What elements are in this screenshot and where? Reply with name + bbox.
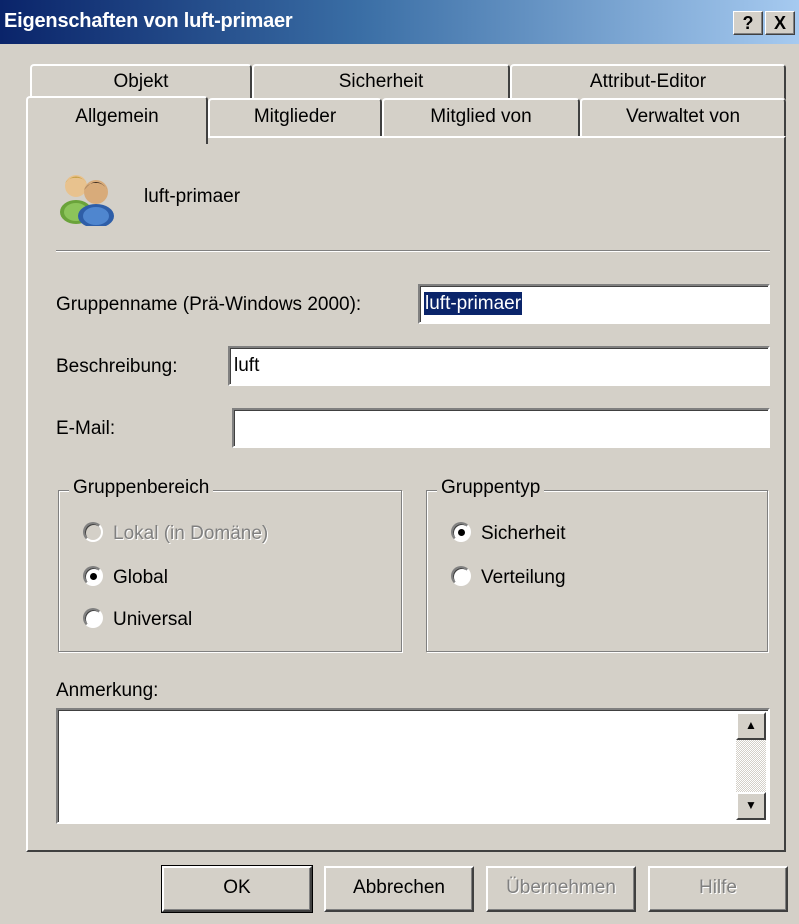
scope-global-label: Global	[113, 567, 168, 588]
tab-label: Verwaltet von	[625, 106, 741, 127]
radio-icon[interactable]	[83, 607, 103, 628]
group-scope-box: Gruppenbereich Lokal (in Domäne) Global …	[58, 477, 402, 652]
properties-dialog: Eigenschaften von luft-primaer ? X Objek…	[0, 0, 799, 924]
description-value: luft	[234, 355, 260, 376]
group-scope-legend: Gruppenbereich	[69, 477, 214, 499]
scroll-down-icon[interactable]: ▼	[736, 792, 766, 820]
group-type-box: Gruppentyp Sicherheit Verteilung	[426, 477, 768, 652]
ok-button[interactable]: OK	[161, 865, 313, 913]
tab-mitglied-von[interactable]: Mitglied von	[382, 98, 580, 138]
title-bar[interactable]: Eigenschaften von luft-primaer ? X	[0, 0, 799, 44]
scope-local-label: Lokal (in Domäne)	[113, 523, 269, 544]
cancel-button[interactable]: Abbrechen	[324, 866, 474, 912]
radio-icon[interactable]	[451, 521, 471, 542]
tab-objekt[interactable]: Objekt	[30, 64, 252, 100]
radio-icon[interactable]	[451, 565, 471, 586]
description-input[interactable]: luft	[228, 346, 770, 386]
apply-button[interactable]: Übernehmen	[486, 866, 636, 912]
pre2000-name-input[interactable]: luft-primaer	[418, 284, 770, 324]
separator	[56, 250, 770, 252]
tab-sicherheit[interactable]: Sicherheit	[252, 64, 510, 100]
type-distribution-option[interactable]: Verteilung	[451, 565, 566, 591]
email-label: E-Mail:	[56, 418, 116, 439]
scope-local-option: Lokal (in Domäne)	[83, 521, 268, 547]
tab-attribut-editor[interactable]: Attribut-Editor	[510, 64, 786, 100]
window-title: Eigenschaften von luft-primaer	[4, 10, 293, 32]
email-input[interactable]	[232, 408, 770, 448]
pre2000-name-label: Gruppenname (Prä-Windows 2000):	[56, 294, 362, 315]
description-label: Beschreibung:	[56, 356, 178, 377]
scope-global-option[interactable]: Global	[83, 565, 168, 591]
pre2000-name-value: luft-primaer	[424, 292, 523, 315]
tab-verwaltet-von[interactable]: Verwaltet von	[580, 98, 786, 138]
tab-label: Mitglied von	[430, 106, 532, 127]
group-type-legend: Gruppentyp	[437, 477, 545, 499]
type-security-label: Sicherheit	[481, 523, 566, 544]
radio-icon	[83, 521, 103, 542]
notes-label: Anmerkung:	[56, 680, 159, 701]
tab-panel-allgemein: luft-primaer Gruppenname (Prä-Windows 20…	[26, 136, 786, 852]
notes-scrollbar[interactable]: ▲ ▼	[736, 712, 766, 820]
close-icon[interactable]: X	[765, 11, 795, 35]
tab-label: Sicherheit	[338, 71, 424, 92]
scope-universal-option[interactable]: Universal	[83, 607, 192, 633]
group-display-name: luft-primaer	[144, 186, 241, 207]
scroll-up-icon[interactable]: ▲	[736, 712, 766, 740]
type-distribution-label: Verteilung	[481, 567, 566, 588]
scope-universal-label: Universal	[113, 609, 193, 630]
tab-label: Attribut-Editor	[589, 71, 707, 92]
help-icon[interactable]: ?	[733, 11, 763, 35]
tab-mitglieder[interactable]: Mitglieder	[208, 98, 382, 138]
tab-label: Objekt	[113, 71, 169, 92]
radio-icon[interactable]	[83, 565, 103, 586]
tab-label: Allgemein	[75, 106, 159, 127]
tab-label: Mitglieder	[253, 106, 337, 127]
help-button[interactable]: Hilfe	[648, 866, 788, 912]
notes-textarea[interactable]: ▲ ▼	[56, 708, 770, 824]
tab-allgemein[interactable]: Allgemein	[26, 96, 208, 144]
type-security-option[interactable]: Sicherheit	[451, 521, 566, 547]
users-group-icon	[60, 175, 114, 226]
